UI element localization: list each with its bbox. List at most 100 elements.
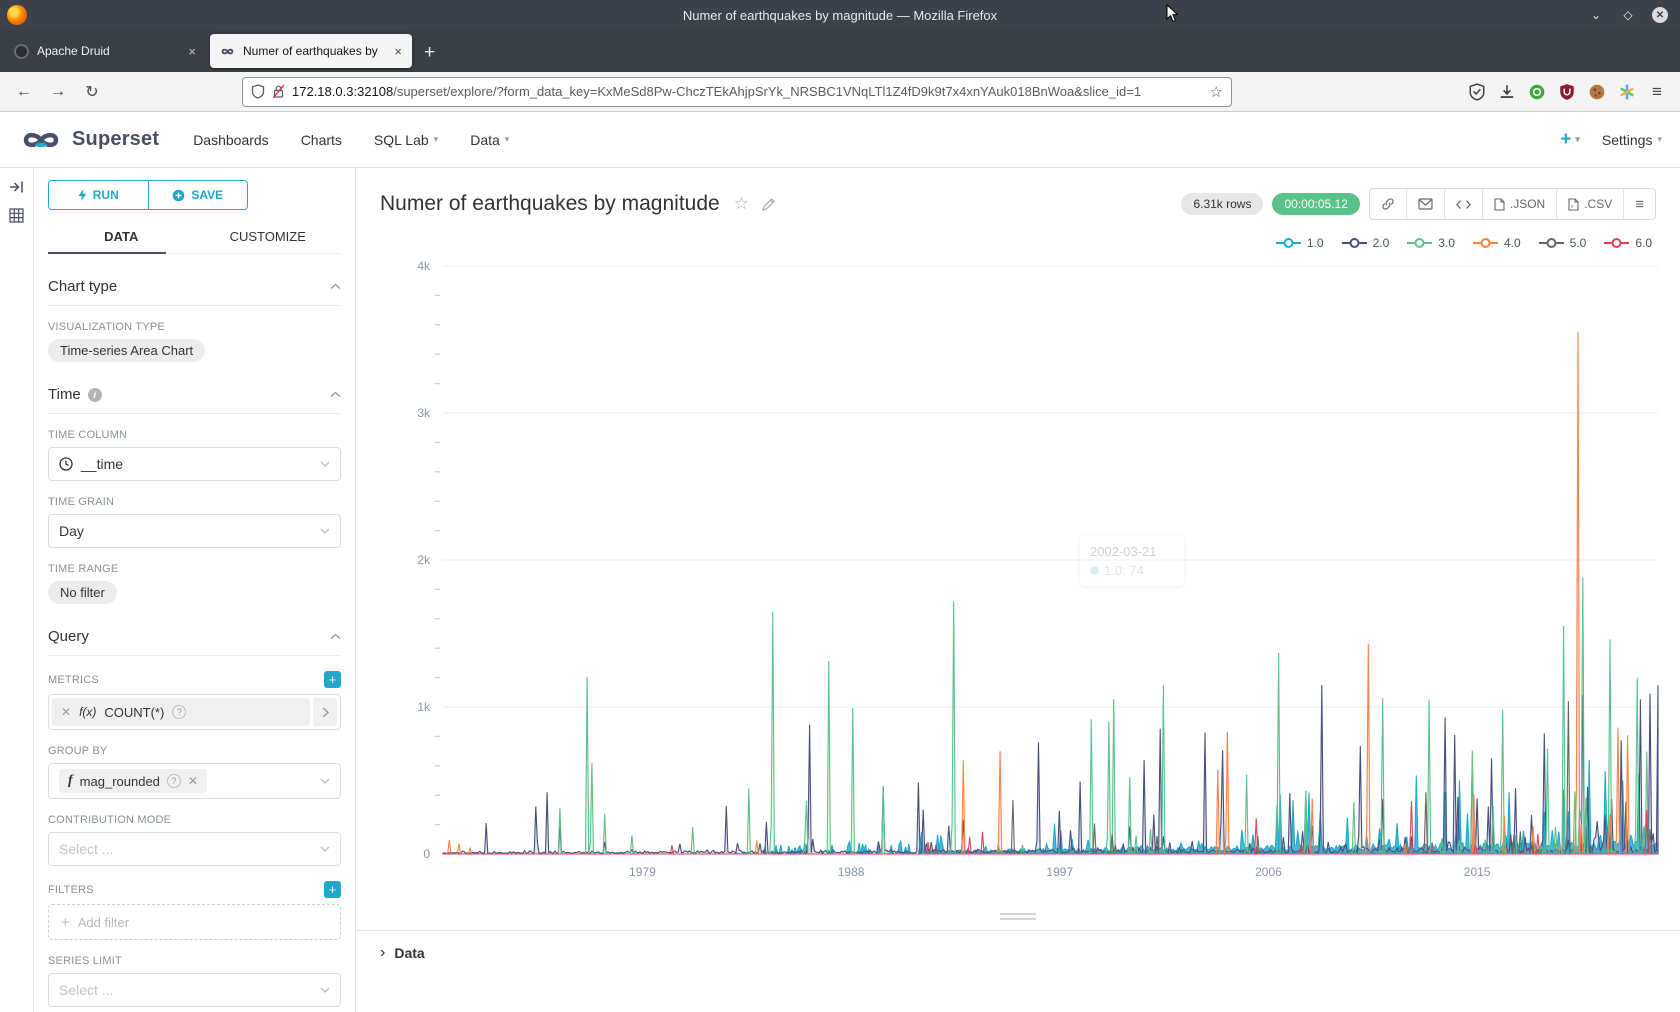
dataset-grid-icon[interactable] — [9, 208, 24, 223]
section-title: Chart type — [48, 278, 117, 295]
help-icon: ? — [172, 705, 186, 719]
favorite-star-icon[interactable]: ☆ — [734, 194, 749, 214]
nav-item-sql-lab[interactable]: SQL Lab▾ — [374, 132, 438, 148]
superset-brand[interactable]: Superset — [18, 128, 159, 152]
cookie-extension-icon[interactable] — [1588, 83, 1606, 101]
legend-item-5.0[interactable]: 5.0 — [1539, 236, 1587, 250]
export-csv-button[interactable]: x .CSV — [1557, 189, 1624, 219]
code-icon — [1456, 199, 1471, 210]
superset-favicon-icon — [220, 44, 235, 59]
forward-button[interactable]: → — [44, 78, 72, 106]
metric-item[interactable]: ✕ f(x) COUNT(*) ? — [48, 694, 341, 730]
series-4.0[interactable] — [443, 332, 1658, 854]
tracking-shield-icon[interactable] — [251, 84, 265, 99]
tab-close-icon[interactable]: × — [394, 44, 402, 59]
metric-expand-icon[interactable] — [313, 698, 337, 726]
new-object-button[interactable]: +▾ — [1560, 129, 1580, 151]
window-maximize-button[interactable]: ◇ — [1620, 7, 1636, 23]
legend-item-4.0[interactable]: 4.0 — [1473, 236, 1521, 250]
remove-metric-icon[interactable]: ✕ — [61, 705, 71, 719]
ublock-shield-icon[interactable] — [1558, 83, 1576, 101]
chart-area[interactable]: 01k2k3k4k19791988199720062015 2002-03-21… — [368, 254, 1670, 907]
series-2.0[interactable] — [443, 685, 1658, 854]
time-range-value[interactable]: No filter — [48, 581, 117, 604]
expand-panel-icon[interactable] — [9, 180, 24, 194]
multicolor-asterisk-icon[interactable] — [1618, 83, 1636, 101]
legend-item-1.0[interactable]: 1.0 — [1276, 236, 1324, 250]
time-column-select[interactable]: __time — [48, 447, 341, 481]
chevron-down-icon: ▾ — [505, 134, 510, 145]
add-filter-dropzone[interactable]: + Add filter — [48, 904, 341, 940]
legend-item-2.0[interactable]: 2.0 — [1342, 236, 1390, 250]
bookmark-star-icon[interactable]: ☆ — [1210, 83, 1223, 101]
add-filter-button[interactable]: + — [324, 881, 341, 898]
tab-close-icon[interactable]: × — [188, 44, 196, 59]
tab-data[interactable]: DATA — [48, 222, 195, 253]
active-tab-underline — [48, 252, 166, 254]
svg-text:2015: 2015 — [1464, 865, 1491, 879]
menu-hamburger-icon[interactable]: ≡ — [1648, 83, 1666, 101]
remove-chip-icon[interactable]: ✕ — [188, 774, 198, 788]
settings-menu[interactable]: Settings▾ — [1602, 132, 1662, 148]
pocket-shield-icon[interactable] — [1468, 83, 1486, 101]
group-by-chip[interactable]: f mag_rounded ? ✕ — [59, 769, 207, 793]
section-chart-type[interactable]: Chart type — [48, 278, 341, 306]
export-json-button[interactable]: .JSON — [1483, 189, 1557, 219]
file-icon — [1494, 198, 1505, 211]
panel-resize-handle[interactable] — [356, 913, 1680, 920]
embed-code-button[interactable] — [1445, 189, 1483, 219]
url-path: /superset/explore/?form_data_key=KxMeSd8… — [393, 84, 1141, 99]
email-button[interactable] — [1407, 189, 1445, 219]
data-results-header[interactable]: › Data — [356, 930, 1680, 962]
viz-type-value[interactable]: Time-series Area Chart — [48, 339, 205, 362]
new-tab-button[interactable]: + — [424, 42, 435, 64]
copy-link-button[interactable] — [1370, 189, 1407, 219]
bolt-icon — [78, 189, 87, 201]
add-metric-button[interactable]: + — [324, 671, 341, 688]
legend-marker-icon — [1539, 238, 1564, 248]
row-count-badge: 6.31k rows — [1181, 193, 1263, 215]
section-query[interactable]: Query — [48, 628, 341, 656]
dataset-rail — [0, 168, 34, 1012]
contribution-mode-select[interactable]: Select ... — [48, 832, 341, 866]
tab-superset-chart[interactable]: Numer of earthquakes by × — [210, 34, 412, 68]
chevron-down-icon: ▾ — [1657, 134, 1662, 145]
nav-item-charts[interactable]: Charts — [301, 132, 342, 148]
browser-toolbar: ← → ↻ 172.18.0.3:32108/superset/explore/… — [0, 72, 1680, 112]
edit-pencil-icon[interactable] — [761, 197, 776, 212]
svg-text:1979: 1979 — [629, 865, 656, 879]
downloads-icon[interactable] — [1498, 83, 1516, 101]
browser-tab-strip: Apache Druid × Numer of earthquakes by ×… — [0, 30, 1680, 72]
series-limit-select[interactable]: Select ... — [48, 973, 341, 1007]
back-button[interactable]: ← — [10, 78, 38, 106]
run-button[interactable]: RUN — [49, 181, 148, 209]
svg-text:3k: 3k — [417, 406, 431, 420]
svg-text:0: 0 — [423, 847, 430, 861]
insecure-lock-icon[interactable] — [272, 84, 285, 99]
extension-green-icon[interactable] — [1528, 83, 1546, 101]
window-minimize-button[interactable]: ⌄ — [1588, 7, 1604, 23]
placeholder: Select ... — [59, 841, 113, 857]
url-bar[interactable]: 172.18.0.3:32108/superset/explore/?form_… — [242, 77, 1232, 107]
series-3.0[interactable] — [443, 578, 1658, 854]
legend-marker-icon — [1473, 238, 1498, 248]
url-text: 172.18.0.3:32108/superset/explore/?form_… — [292, 84, 1203, 99]
save-button[interactable]: SAVE — [148, 181, 248, 209]
reload-button[interactable]: ↻ — [78, 78, 106, 106]
tab-apache-druid[interactable]: Apache Druid × — [4, 34, 206, 68]
chart-menu-button[interactable]: ≡ — [1624, 189, 1655, 219]
group-by-select[interactable]: f mag_rounded ? ✕ — [48, 763, 341, 799]
legend-item-6.0[interactable]: 6.0 — [1604, 236, 1652, 250]
legend-item-3.0[interactable]: 3.0 — [1407, 236, 1455, 250]
firefox-window: Numer of earthquakes by magnitude — Mozi… — [0, 0, 1680, 1012]
window-close-button[interactable]: ✕ — [1652, 7, 1668, 23]
series-limit-label: SERIES LIMIT — [48, 955, 341, 967]
tab-customize[interactable]: CUSTOMIZE — [195, 222, 342, 253]
chart-legend[interactable]: 1.0 2.0 3.0 4.0 5.0 6.0 — [356, 220, 1680, 250]
time-grain-select[interactable]: Day — [48, 514, 341, 548]
nav-item-data[interactable]: Data▾ — [470, 132, 509, 148]
svg-text:x: x — [1571, 204, 1574, 210]
nav-item-dashboards[interactable]: Dashboards — [193, 132, 269, 148]
section-time[interactable]: Timei — [48, 386, 341, 414]
timeseries-area-chart[interactable]: 01k2k3k4k19791988199720062015 — [368, 254, 1668, 902]
